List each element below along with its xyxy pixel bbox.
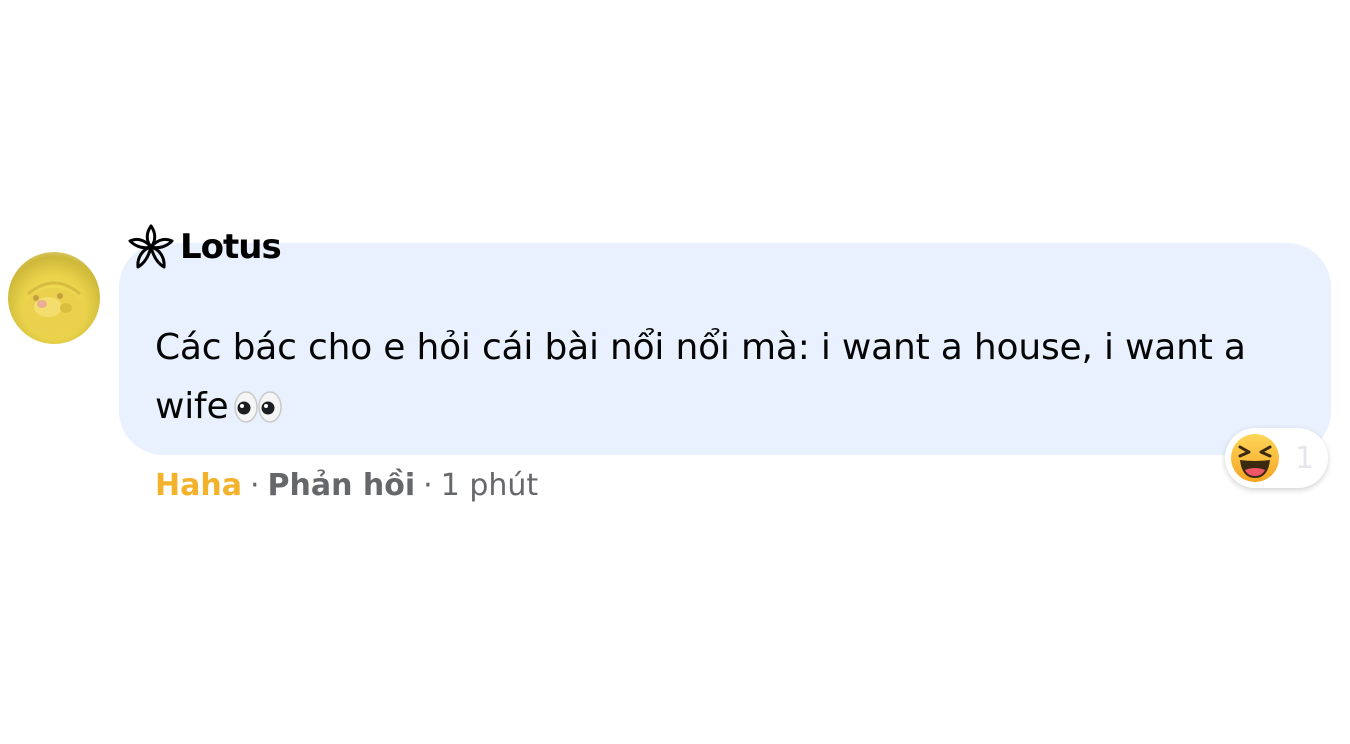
lotus-flower-icon: [128, 224, 174, 269]
avatar-image: [24, 281, 84, 336]
comment-author[interactable]: Lotus: [126, 222, 282, 272]
reply-button[interactable]: Phản hồi: [268, 468, 416, 503]
comment-text: Các bác cho e hỏi cái bài nổi nổi mà: i …: [155, 318, 1305, 442]
reaction-summary[interactable]: 1: [1225, 428, 1328, 488]
comment-actions: Haha · Phản hồi · 1 phút: [155, 462, 538, 508]
avatar[interactable]: [8, 252, 100, 344]
haha-emoji-icon: [1231, 434, 1279, 482]
eyes-emoji: [234, 383, 283, 442]
reaction-button[interactable]: Haha: [155, 468, 242, 503]
author-name[interactable]: Lotus: [180, 227, 282, 267]
reaction-count: 1: [1295, 440, 1315, 476]
separator: ·: [423, 467, 433, 503]
comment-text-content: Các bác cho e hỏi cái bài nổi nổi mà: i …: [155, 327, 1246, 427]
comment: Lotus Các bác cho e hỏi cái bài nổi nổi …: [0, 0, 1350, 744]
timestamp[interactable]: 1 phút: [441, 468, 538, 503]
separator: ·: [249, 467, 260, 503]
